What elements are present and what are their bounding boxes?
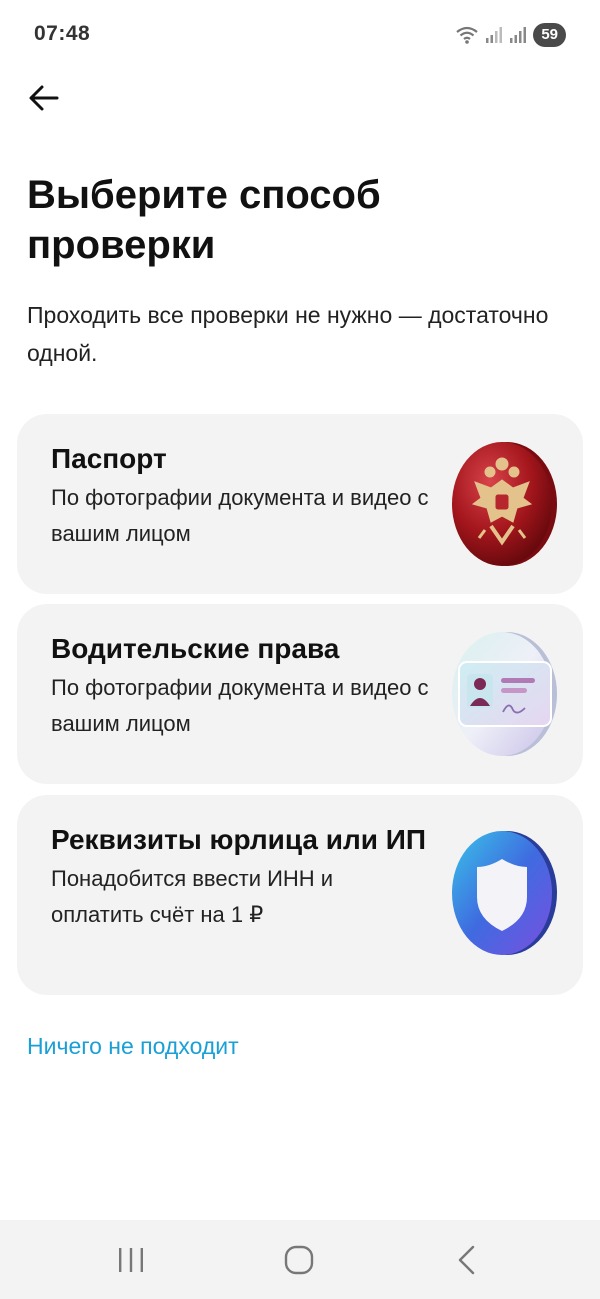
status-icons: 59 [455,22,566,48]
option-title: Водительские права [51,633,340,664]
system-back-button[interactable] [437,1238,497,1282]
arrow-left-icon [29,85,59,111]
option-driver-license[interactable]: Водительские права По фотографии докумен… [17,604,583,784]
nothing-fits-link[interactable]: Ничего не подходит [27,1033,239,1060]
signal-icon [486,27,503,43]
page-subtitle: Проходить все проверки не нужно — достат… [27,302,549,366]
back-icon [458,1245,475,1275]
status-bar: 07:48 59 [0,0,600,72]
signal-icon [510,27,527,43]
system-nav-bar [0,1220,600,1299]
option-passport[interactable]: Паспорт По фотографии документа и видео … [17,414,583,594]
page-title: Выберите способ проверки [27,173,381,267]
back-button[interactable] [24,78,64,118]
option-description: Понадобится ввести ИНН и оплатить счёт н… [51,866,334,927]
option-title: Реквизиты юрлица или ИП [51,824,426,855]
passport-emblem-icon [452,442,557,566]
home-button[interactable] [269,1238,329,1282]
option-description: По фотографии документа и видео с вашим … [51,485,429,546]
driver-license-icon [452,632,557,756]
wifi-icon [456,26,478,44]
recents-icon [119,1248,143,1272]
home-icon [284,1245,314,1275]
battery-icon: 59 [533,23,566,47]
recents-button[interactable] [101,1238,161,1282]
option-description: По фотографии документа и видео с вашим … [51,675,429,736]
option-company-details[interactable]: Реквизиты юрлица или ИП Понадобится ввес… [17,795,583,995]
shield-icon [452,831,557,955]
status-time: 07:48 [34,22,91,45]
option-title: Паспорт [51,443,167,474]
